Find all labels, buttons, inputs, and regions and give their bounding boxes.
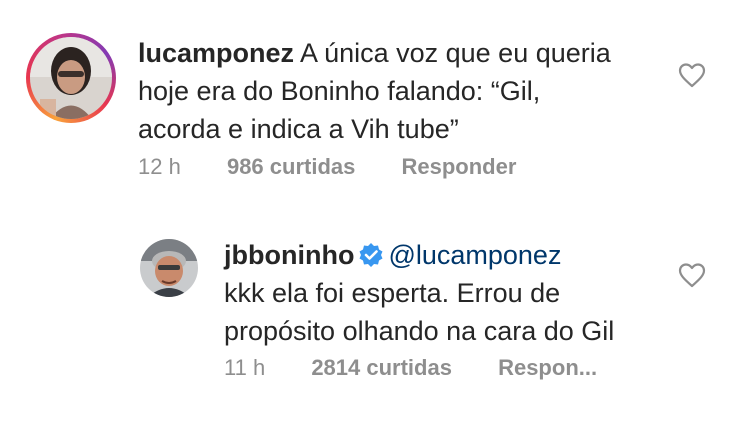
- heart-outline-icon[interactable]: [678, 262, 706, 288]
- comment-meta: 12 h 986 curtidas Responder: [138, 154, 516, 180]
- avatar-lucamponez[interactable]: [30, 37, 112, 119]
- heart-outline-icon[interactable]: [678, 62, 706, 88]
- verified-badge-icon: [359, 243, 383, 267]
- username[interactable]: lucamponez: [138, 38, 294, 68]
- comment-jbboninho: jbboninho @lucamponez kkk ela foi espert…: [0, 200, 750, 421]
- timestamp: 12 h: [138, 154, 181, 179]
- reply-button[interactable]: Respon...: [498, 355, 597, 381]
- likes-count[interactable]: 986 curtidas: [227, 154, 355, 180]
- username[interactable]: jbboninho: [224, 240, 354, 270]
- likes-count[interactable]: 2814 curtidas: [311, 355, 452, 381]
- reply-button[interactable]: Responder: [401, 154, 516, 180]
- mention-link[interactable]: @lucamponez: [388, 240, 561, 270]
- comment-text: lucamponez A única voz que eu queria hoj…: [138, 38, 611, 144]
- timestamp: 11 h: [224, 355, 266, 380]
- avatar-jbboninho[interactable]: [140, 239, 198, 297]
- comment-meta: 11 h 2814 curtidas Respon...: [224, 355, 597, 381]
- comment-lucamponez: lucamponez A única voz que eu queria hoj…: [0, 0, 750, 200]
- avatar-story-ring[interactable]: [26, 33, 116, 123]
- comment-text: jbboninho @lucamponez kkk ela foi espert…: [224, 240, 615, 346]
